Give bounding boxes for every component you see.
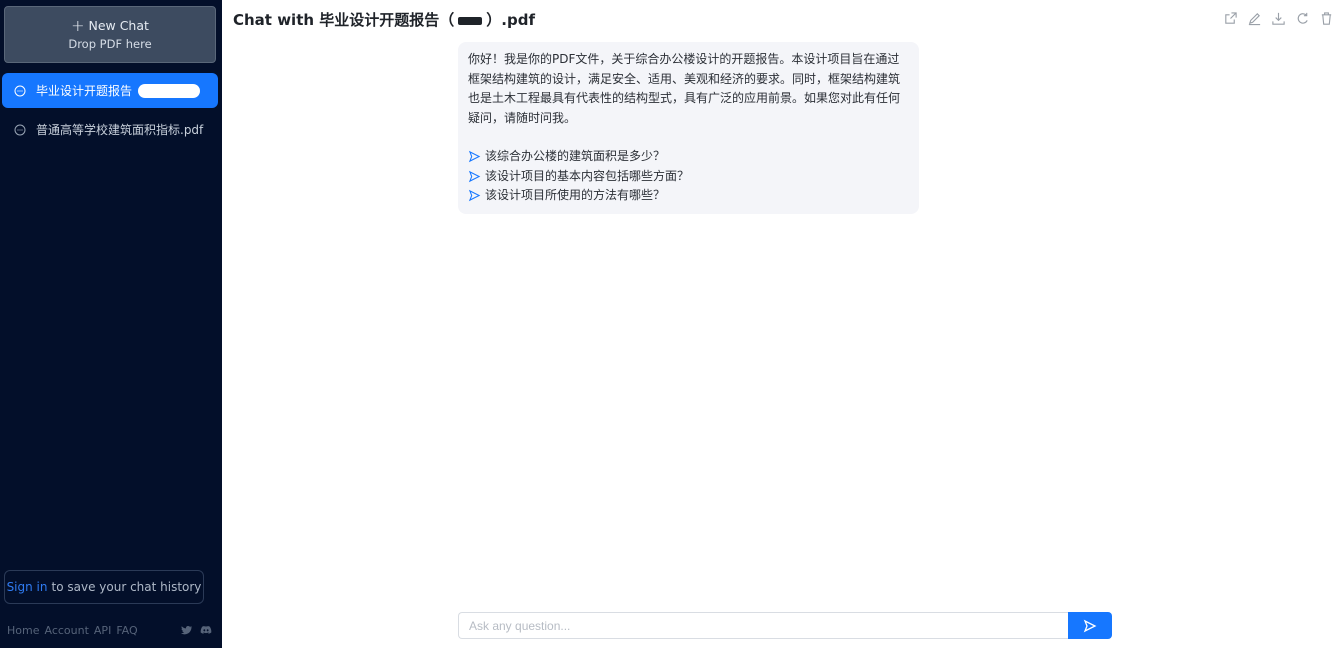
chat-bubble-icon [14,85,26,96]
download-icon [1271,12,1285,25]
pencil-icon [1248,12,1260,25]
twitter-icon[interactable] [180,624,192,636]
plus-icon: + [71,15,85,35]
chat-bubble-icon [14,124,26,135]
sidebar: + New Chat Drop PDF here 毕业设计开题报告 普通高等学校… [0,0,222,648]
refresh-button[interactable] [1294,10,1310,26]
title-doc-suffix: ）.pdf [486,11,535,29]
discord-icon[interactable] [200,624,212,636]
footer-link-home[interactable]: Home [7,624,39,637]
send-icon [1083,619,1097,632]
redaction-mark [138,83,201,98]
chat-main: Chat with 毕业设计开题报告（ ）.pdf 你好！我是你的PDF文件，关于… [222,0,1342,648]
signin-link[interactable]: Sign in [7,580,48,594]
signin-box: Sign in to save your chat history [4,570,204,604]
assistant-message: 你好！我是你的PDF文件，关于综合办公楼设计的开题报告。本设计项目旨在通过框架结… [458,42,919,214]
footer-links: Home Account API FAQ [7,624,138,637]
send-arrow-icon [468,190,481,202]
title-doc-name: 毕业设计开题报告（ [319,11,455,29]
edit-button[interactable] [1246,10,1262,26]
share-button[interactable] [1222,10,1238,26]
refresh-icon [1297,12,1308,24]
delete-button[interactable] [1318,10,1334,26]
redaction-mark [458,16,483,25]
sidebar-chat-item-active[interactable]: 毕业设计开题报告 [2,73,218,108]
send-arrow-icon [468,170,481,182]
sidebar-chat-label: 普通高等学校建筑面积指标.pdf [36,123,204,137]
send-arrow-icon [468,151,481,163]
message-intro: 你好！我是你的PDF文件，关于综合办公楼设计的开题报告。本设计项目旨在通过框架结… [468,52,901,125]
sidebar-chat-label: 毕业设计开题报告 [36,84,133,98]
send-button[interactable] [1068,612,1112,639]
trash-icon [1321,11,1331,25]
question-text: 该设计项目所使用的方法有哪些？ [485,188,666,202]
social-links [180,624,212,636]
title-prefix: Chat with [233,11,320,29]
footer-link-api[interactable]: API [94,624,111,637]
suggested-question[interactable]: 该设计项目所使用的方法有哪些？ [468,186,909,206]
signin-text: to save your chat history [51,580,202,594]
chat-input-row [458,612,1112,639]
question-text: 该综合办公楼的建筑面积是多少？ [485,149,666,163]
page-title: Chat with 毕业设计开题报告（ ）.pdf [233,9,535,30]
drop-pdf-label: Drop PDF here [68,37,152,51]
toolbar [1222,10,1334,26]
suggested-question[interactable]: 该综合办公楼的建筑面积是多少？ [468,147,909,167]
share-icon [1224,11,1237,24]
download-button[interactable] [1270,10,1286,26]
question-text: 该设计项目的基本内容包括哪些方面？ [485,168,690,183]
new-chat-line: + New Chat [71,15,149,35]
app-root: + New Chat Drop PDF here 毕业设计开题报告 普通高等学校… [0,0,1342,648]
footer-link-faq[interactable]: FAQ [116,624,137,637]
new-chat-label: New Chat [88,18,149,33]
sidebar-chat-item[interactable]: 普通高等学校建筑面积指标.pdf [2,112,218,147]
suggested-question[interactable]: 该设计项目的基本内容包括哪些方面？ [468,167,909,187]
footer-link-account[interactable]: Account [44,624,88,637]
question-input[interactable] [458,612,1068,639]
new-chat-button[interactable]: + New Chat Drop PDF here [4,6,216,63]
suggested-questions: 该综合办公楼的建筑面积是多少？ 该设计项目的基本内容包括哪些方面？ 该设计项目所… [468,147,909,206]
